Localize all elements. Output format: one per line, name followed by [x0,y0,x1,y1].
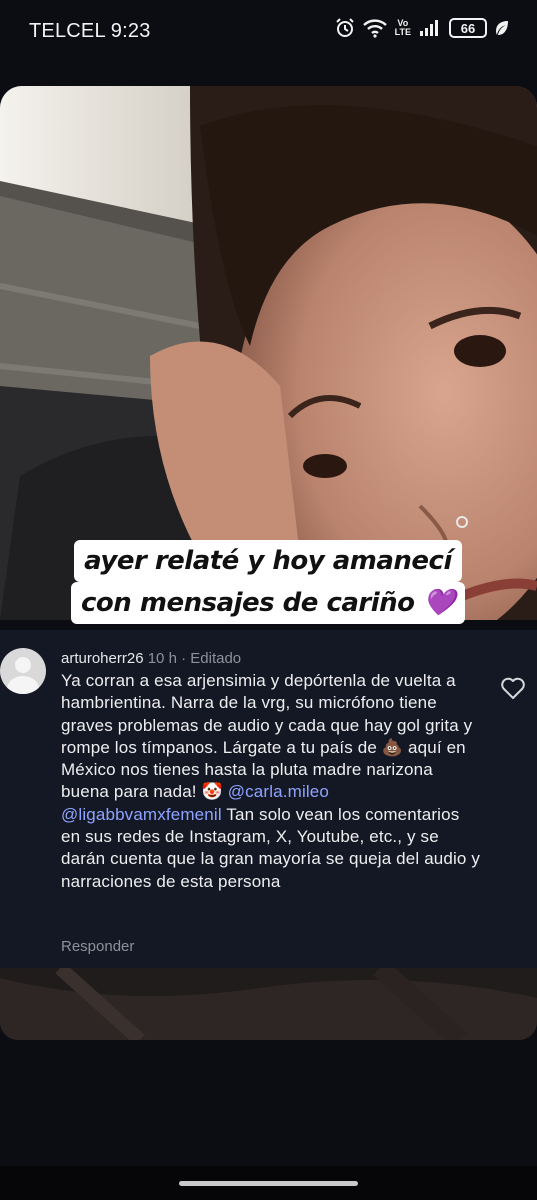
caption-line-2: con mensajes de cariño 💜 [71,582,465,624]
mention-carla[interactable]: @carla.mileo [228,782,329,801]
comment-time: 10 h [147,650,177,667]
reply-button[interactable]: Responder [61,938,134,955]
carrier-time: TELCEL 9:23 [29,20,151,42]
volte-icon: Vo LTE [395,19,411,37]
home-indicator[interactable] [179,1181,358,1186]
comment-edited: Editado [190,650,242,667]
story-caption: ayer relaté y hoy amanecí con mensajes d… [62,540,474,624]
strip-illustration [0,968,537,1040]
caption-line-1: ayer relaté y hoy amanecí [74,540,462,582]
leaf-icon [496,21,508,35]
screen: TELCEL 9:23 Vo LTE 66 ayer relaté y hoy … [0,0,537,1200]
avatar-body [7,676,39,694]
photo-strip [0,968,537,1040]
avatar[interactable] [0,648,46,694]
avatar-head [15,657,31,673]
wifi-icon [362,19,387,38]
battery-icon: 66 [449,18,487,38]
mention-liga[interactable]: @ligabbvamxfemenil [61,805,222,824]
status-bar: TELCEL 9:23 Vo LTE 66 [0,0,537,64]
comment-username[interactable]: arturoherr26 [61,650,144,667]
comment-header: arturoherr26 10 h · Editado [61,650,241,667]
comment-separator: · [176,650,191,667]
volte-bottom: LTE [394,27,411,37]
like-heart-icon[interactable] [500,676,526,700]
signal-icon [420,20,438,36]
alarm-icon [335,18,354,37]
status-icons: Vo LTE 66 [335,18,509,38]
comment-text: Ya corran a esa arjensimia y depórtenla … [61,670,481,893]
